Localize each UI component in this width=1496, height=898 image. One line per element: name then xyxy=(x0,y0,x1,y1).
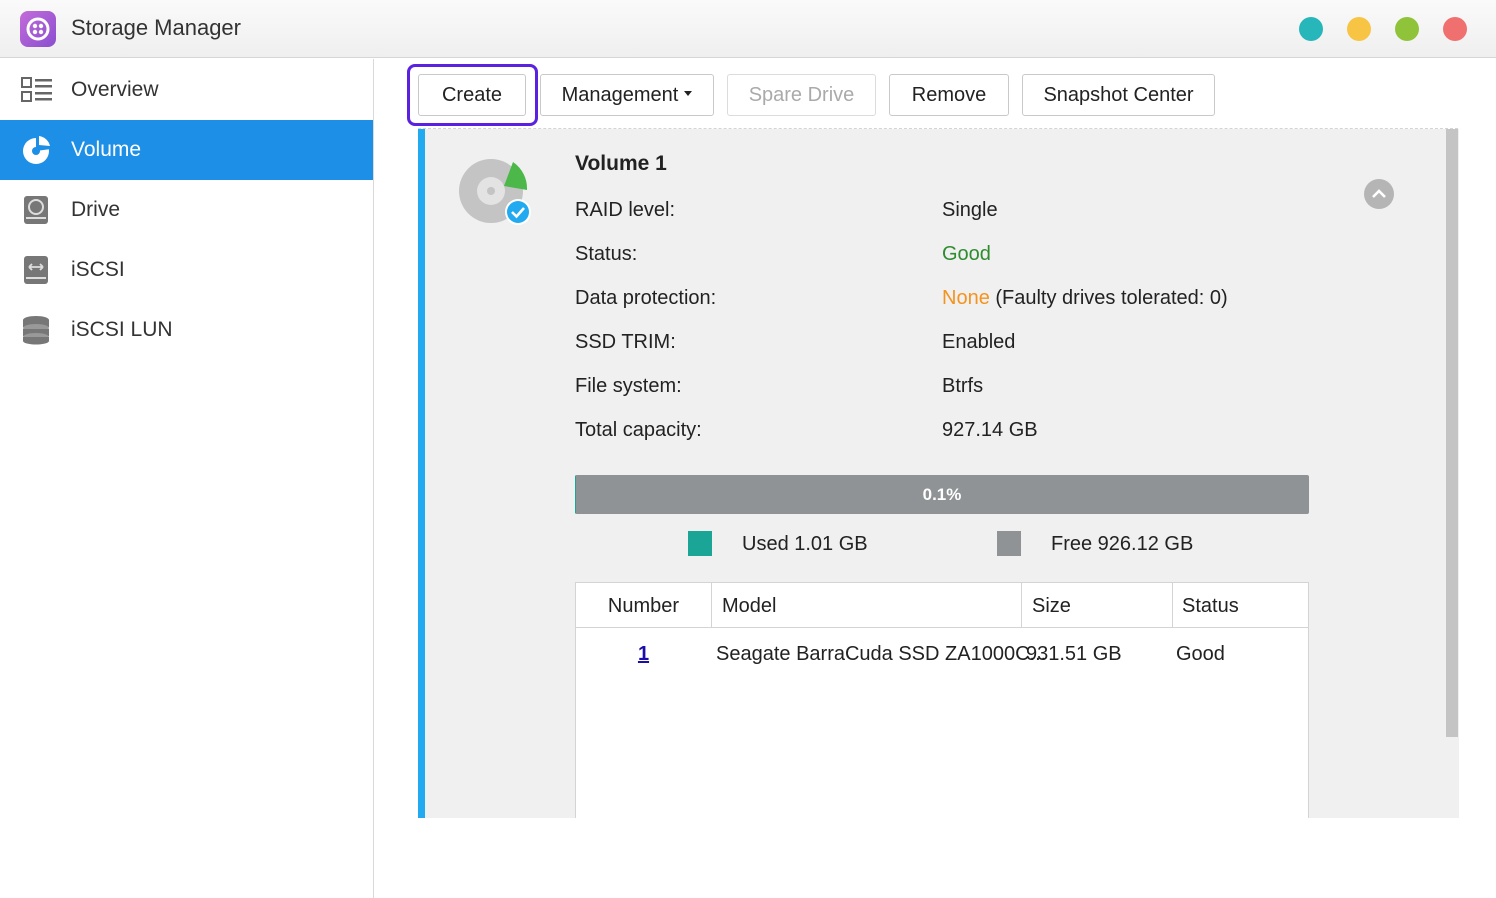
management-label: Management xyxy=(561,83,679,106)
drive-size-cell: 931.51 GB xyxy=(1026,643,1122,665)
overview-icon xyxy=(20,75,54,105)
drive-number-cell: 1 xyxy=(576,643,711,666)
ssd-trim-label: SSD TRIM: xyxy=(575,331,676,353)
window-minimize-button[interactable] xyxy=(1347,17,1371,41)
drive-table: Number Model Size Status 1 Seagate Barra… xyxy=(575,582,1309,818)
used-legend-swatch xyxy=(688,531,712,556)
free-legend-label: Free 926.12 GB xyxy=(1051,533,1194,555)
drive-number-link[interactable]: 1 xyxy=(638,643,649,665)
status-value: Good xyxy=(942,243,991,265)
raid-level-value: Single xyxy=(942,199,998,221)
window-title: Storage Manager xyxy=(71,15,241,40)
drive-icon xyxy=(20,195,54,225)
file-system-value: Btrfs xyxy=(942,375,984,397)
sidebar-item-volume[interactable]: Volume xyxy=(0,120,373,180)
used-legend-label: Used 1.01 GB xyxy=(742,533,868,555)
protection-none-text: None xyxy=(942,287,990,309)
window-control-teal[interactable] xyxy=(1299,17,1323,41)
sidebar-item-drive[interactable]: Drive xyxy=(0,180,373,240)
iscsi-icon xyxy=(20,255,54,285)
column-header-model[interactable]: Model xyxy=(711,583,1021,628)
total-capacity-value: 927.14 GB xyxy=(942,419,1038,441)
status-label: Status: xyxy=(575,243,638,265)
create-button[interactable]: Create xyxy=(418,74,526,116)
sidebar-item-label: Drive xyxy=(71,198,121,221)
sidebar-item-overview[interactable]: Overview xyxy=(0,60,373,120)
volume-icon xyxy=(20,135,54,165)
sidebar-item-label: iSCSI LUN xyxy=(71,318,173,341)
spare-drive-button[interactable]: Spare Drive xyxy=(727,74,876,116)
total-capacity-label: Total capacity: xyxy=(575,419,702,441)
column-header-status[interactable]: Status xyxy=(1172,583,1309,628)
data-protection-value: None (Faulty drives tolerated: 0) xyxy=(942,287,1228,310)
caret-down-icon xyxy=(684,90,693,96)
sidebar-item-iscsi-lun[interactable]: iSCSI LUN xyxy=(0,300,373,360)
ssd-trim-value: Enabled xyxy=(942,331,1016,353)
title-bar: Storage Manager xyxy=(0,0,1496,58)
vertical-scrollbar[interactable] xyxy=(1446,129,1458,737)
iscsi-lun-icon xyxy=(20,315,54,345)
usage-percent: 0.1% xyxy=(922,484,962,504)
sidebar: Overview Volume Drive iSCSI iSCSI LUN xyxy=(0,59,374,898)
protection-note-text: (Faulty drives tolerated: 0) xyxy=(989,287,1228,309)
window-close-button[interactable] xyxy=(1443,17,1467,41)
management-dropdown-button[interactable]: Management xyxy=(540,74,714,116)
usage-bar: 0.1% xyxy=(575,475,1309,514)
collapse-chevron-up-icon[interactable] xyxy=(1364,179,1394,209)
column-header-number[interactable]: Number xyxy=(576,583,711,628)
free-legend-swatch xyxy=(997,531,1021,556)
drive-status-cell: Good xyxy=(1176,643,1225,665)
remove-button[interactable]: Remove xyxy=(889,74,1009,116)
volume-status-icon xyxy=(459,158,533,233)
sidebar-item-label: Volume xyxy=(71,138,142,161)
volume-name: Volume 1 xyxy=(575,152,667,175)
data-protection-label: Data protection: xyxy=(575,287,717,309)
snapshot-center-button[interactable]: Snapshot Center xyxy=(1022,74,1215,116)
file-system-label: File system: xyxy=(575,375,682,397)
raid-level-label: RAID level: xyxy=(575,199,676,221)
sidebar-item-iscsi[interactable]: iSCSI xyxy=(0,240,373,300)
sidebar-item-label: Overview xyxy=(71,78,159,101)
window-maximize-button[interactable] xyxy=(1395,17,1419,41)
drive-model-cell: Seagate BarraCuda SSD ZA1000C... xyxy=(716,643,1047,665)
sidebar-item-label: iSCSI xyxy=(71,258,125,281)
storage-manager-app-icon xyxy=(20,11,56,47)
column-header-size[interactable]: Size xyxy=(1021,583,1172,628)
